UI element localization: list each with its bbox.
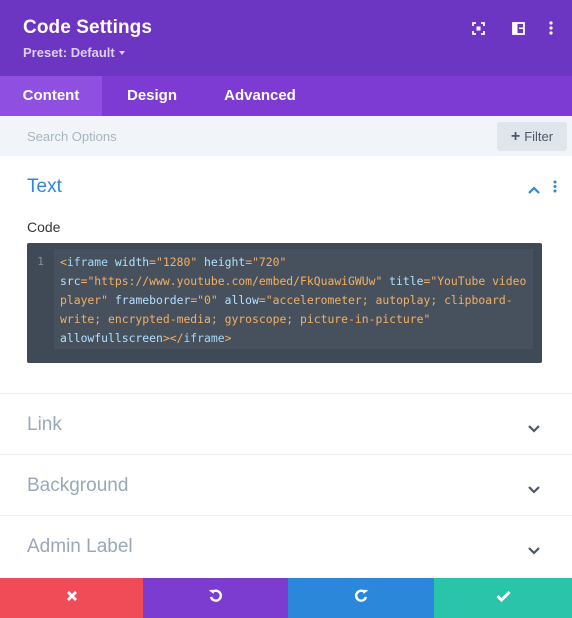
divider	[0, 515, 572, 516]
caret-down-icon	[118, 50, 125, 55]
redo-icon	[354, 588, 369, 608]
code-content[interactable]: <iframe width="1280" height="720" src="h…	[60, 253, 535, 348]
undo-button[interactable]	[143, 578, 288, 618]
filter-label: Filter	[524, 129, 554, 144]
modal-footer	[0, 578, 572, 618]
chevron-down-icon[interactable]	[527, 542, 541, 560]
check-icon	[495, 589, 511, 607]
divider	[0, 393, 572, 394]
tab-advanced[interactable]: Advanced	[202, 76, 318, 116]
tab-content[interactable]: Content	[0, 76, 102, 116]
code-field-label: Code	[27, 219, 61, 235]
modal-title: Code Settings	[23, 17, 153, 38]
section-title-text[interactable]: Text	[27, 176, 62, 198]
fullscreen-icon[interactable]	[470, 20, 486, 36]
undo-icon	[208, 588, 223, 608]
modal-header: Code Settings Preset: Default	[0, 0, 572, 76]
cancel-button[interactable]	[0, 578, 143, 618]
search-options-bar[interactable]: Search Options + Filter	[0, 116, 572, 156]
section-title-background[interactable]: Background	[27, 475, 128, 497]
search-input[interactable]: Search Options	[27, 129, 117, 144]
sidebar-layout-icon[interactable]	[510, 20, 526, 36]
divider	[0, 454, 572, 455]
more-vertical-icon[interactable]	[543, 20, 559, 36]
chevron-down-icon[interactable]	[527, 481, 541, 499]
tab-design[interactable]: Design	[102, 76, 202, 116]
preset-label: Preset: Default	[23, 45, 115, 60]
code-editor[interactable]: 1 <iframe width="1280" height="720" src=…	[27, 243, 542, 363]
chevron-up-icon[interactable]	[527, 182, 541, 200]
line-number: 1	[37, 255, 44, 268]
preset-selector[interactable]: Preset: Default	[23, 45, 125, 60]
save-button[interactable]	[434, 578, 572, 618]
section-options-icon[interactable]	[553, 180, 557, 198]
plus-icon: +	[510, 128, 521, 145]
close-icon	[66, 589, 78, 607]
chevron-down-icon[interactable]	[527, 420, 541, 438]
settings-tabs: Content Design Advanced	[0, 76, 572, 116]
filter-button[interactable]: + Filter	[497, 122, 567, 151]
section-title-link[interactable]: Link	[27, 414, 62, 436]
redo-button[interactable]	[288, 578, 434, 618]
section-title-admin-label[interactable]: Admin Label	[27, 536, 133, 558]
